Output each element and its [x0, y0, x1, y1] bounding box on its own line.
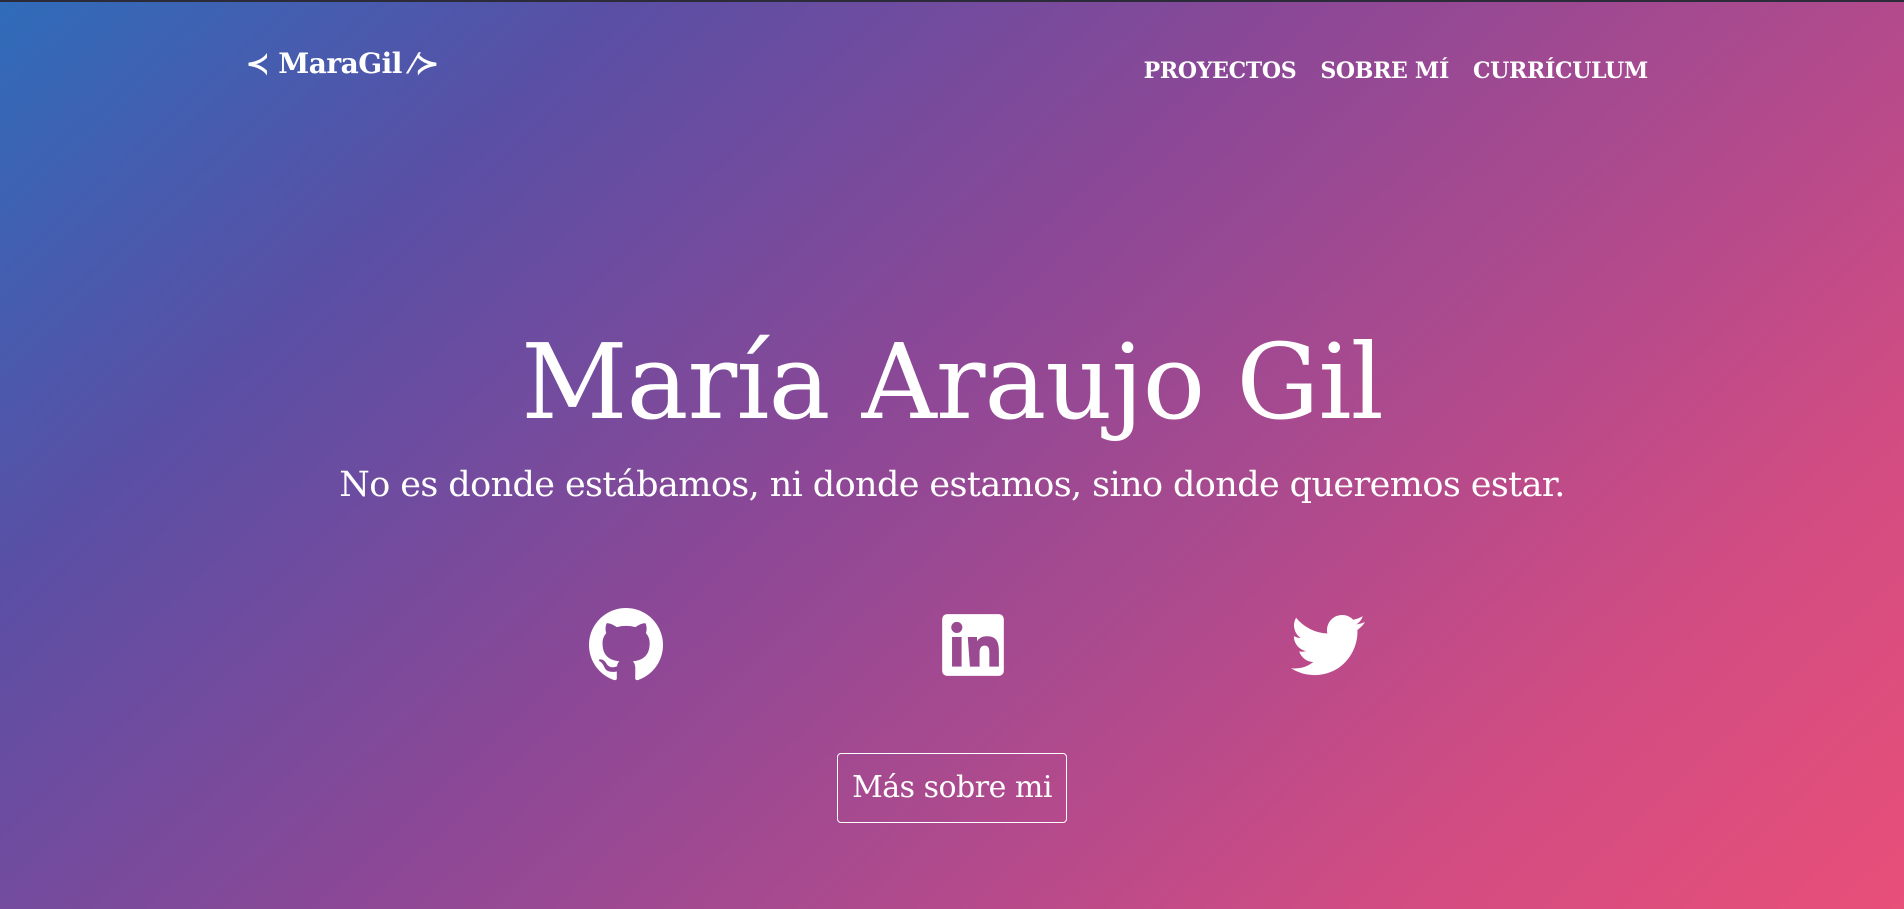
hero-name: María Araujo Gil: [521, 321, 1384, 443]
twitter-icon: [1291, 608, 1365, 682]
linkedin-link[interactable]: [936, 608, 1010, 682]
nav-link-sobre-mi[interactable]: SOBRE MÍ: [1320, 56, 1449, 86]
nav-link-curriculum[interactable]: CURRÍCULUM: [1473, 56, 1648, 86]
top-border: [0, 0, 1904, 2]
twitter-link[interactable]: [1291, 608, 1365, 682]
linkedin-icon: [936, 608, 1010, 682]
main-nav: PROYECTOS SOBRE MÍ CURRÍCULUM: [1144, 56, 1649, 86]
site-logo[interactable]: ≺ MaraGil ⁄≻: [246, 44, 439, 84]
more-about-me-button[interactable]: Más sobre mi: [837, 753, 1067, 823]
github-link[interactable]: [589, 608, 663, 682]
nav-link-proyectos[interactable]: PROYECTOS: [1144, 56, 1297, 86]
github-icon: [589, 608, 663, 682]
hero-tagline: No es donde estábamos, ni donde estamos,…: [339, 465, 1565, 505]
